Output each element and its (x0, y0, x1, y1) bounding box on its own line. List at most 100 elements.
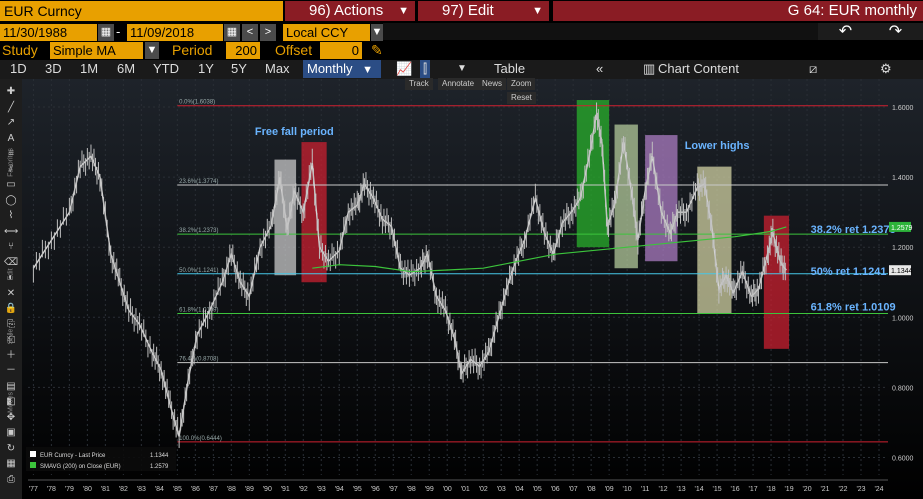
polyline-tool-icon[interactable]: ⌇ (4, 209, 18, 223)
range-1d-button[interactable]: 1D (10, 60, 27, 78)
chart-legend: EUR Curncy - Last Price 1.1344 SMAVG (200)… (26, 447, 176, 471)
price-chart[interactable]: 0.0%(1.6038) 23.6%(1.3774) 38.2%(1.2373) 50… (22, 79, 923, 499)
study-label: Study (2, 42, 38, 59)
chevron-down-icon[interactable]: ▼ (371, 24, 383, 41)
offset-input[interactable]: 0 (320, 42, 362, 59)
end-date-input[interactable]: 11/09/2018 (127, 24, 223, 41)
chevron-down-icon: ▼ (398, 5, 409, 17)
legend-value: 1.1344 (150, 453, 169, 459)
range-1m-button[interactable]: 1M (80, 60, 98, 78)
grid-tool-icon[interactable]: ▦ (4, 457, 18, 471)
collapse-panel-icon[interactable]: « (596, 60, 603, 78)
x-tick-label: '13 (677, 486, 686, 493)
x-tick-label: '18 (766, 486, 775, 493)
y-tick-label: 0.8000 (892, 385, 914, 392)
range-5y-button[interactable]: 5Y (231, 60, 247, 78)
forward-arrow-icon[interactable]: ↷ (868, 23, 923, 40)
range-3d-button[interactable]: 3D (45, 60, 62, 78)
track-label: Track (409, 79, 429, 88)
legend-swatch (30, 451, 36, 457)
edit-menu-button[interactable]: 97) Edit ▼ (418, 1, 549, 21)
x-tick-label: '20 (802, 486, 811, 493)
fib-level-label: 100.0%(0.6444) (179, 436, 222, 442)
x-tick-label: '88 (227, 486, 236, 493)
fib-level-label: 0.0%(1.6038) (179, 100, 215, 106)
zoom-out-tool-icon[interactable]: － (4, 364, 18, 378)
legend-swatch (30, 462, 36, 468)
prev-period-button[interactable]: < (242, 24, 258, 41)
x-tick-label: '14 (695, 486, 704, 493)
ticker-field[interactable]: EUR Curncy (0, 1, 283, 21)
period-input[interactable]: 200 (226, 42, 260, 59)
track-button[interactable]: Track (405, 78, 433, 90)
frequency-select[interactable]: Monthly ▼ (303, 60, 381, 78)
refresh-tool-icon[interactable]: ↻ (4, 442, 18, 456)
zoom-button[interactable]: Zoom (507, 78, 536, 90)
save-tool-icon[interactable]: ▣ (4, 426, 18, 440)
x-tick-label: '90 (263, 486, 272, 493)
date-separator: - (116, 24, 121, 39)
calendar-icon[interactable]: ▦ (224, 24, 240, 41)
gear-icon[interactable]: ⚙ (880, 60, 892, 78)
reset-label: Reset (511, 93, 532, 102)
x-tick-label: '92 (299, 486, 308, 493)
x-tick-label: '00 (443, 486, 452, 493)
range-6m-button[interactable]: 6M (117, 60, 135, 78)
x-tick-label: '04 (515, 486, 524, 493)
x-tick-label: '24 (874, 486, 883, 493)
print-tool-icon[interactable]: ⎙ (4, 473, 18, 487)
news-button[interactable]: News (478, 78, 507, 90)
study-bar: Study Simple MA ▼ Period 200 Offset 0 ✎ (0, 41, 923, 60)
x-tick-label: '97 (389, 486, 398, 493)
chevron-down-icon[interactable]: ▼ (145, 42, 159, 59)
x-tick-label: '08 (587, 486, 596, 493)
fib-level-label: 76.4%(0.8708) (179, 357, 218, 363)
back-arrow-icon[interactable]: ↶ (818, 23, 873, 40)
crosshair-tool-icon[interactable]: ✚ (4, 85, 18, 99)
toolbar-section-label: Edit (7, 268, 15, 281)
edit-content-icon[interactable]: ⧄ (809, 60, 817, 78)
chart-annotation: 61.8% ret 1.0109 (811, 301, 896, 313)
table-button[interactable]: Table (494, 60, 525, 78)
pencil-icon[interactable]: ✎ (371, 42, 383, 59)
actions-menu-button[interactable]: 96) Actions ▼ (285, 1, 415, 21)
x-tick-label: '17 (749, 486, 758, 493)
reset-button[interactable]: Reset (507, 92, 536, 104)
chart-content-button[interactable]: Chart Content (658, 60, 739, 78)
annotate-button[interactable]: Annotate (438, 78, 479, 90)
x-tick-label: '84 (155, 486, 164, 493)
arrow-tool-icon[interactable]: ↗ (4, 116, 18, 130)
y-tick-label: 0.6000 (892, 455, 914, 462)
chart-annotation: Free fall period (255, 126, 334, 138)
frequency-label: Monthly (307, 61, 353, 76)
calendar-icon[interactable]: ▦ (98, 24, 114, 41)
x-tick-label: '02 (479, 486, 488, 493)
x-tick-label: '12 (659, 486, 668, 493)
window-title: G 64: EUR monthly (553, 1, 923, 21)
fib-level-label: 50.0%(1.1241) (179, 268, 218, 274)
currency-select[interactable]: Local CCY (283, 24, 370, 41)
legend-label: EUR Curncy - Last Price (40, 453, 106, 459)
legend-value: 1.2579 (150, 464, 169, 470)
candlestick-icon[interactable]: ⫿ (420, 60, 431, 78)
chevron-down-icon[interactable]: ▼ (457, 60, 467, 78)
x-tick-label: '10 (623, 486, 632, 493)
start-date-input[interactable]: 11/30/1988 (0, 24, 97, 41)
measure-tool-icon[interactable]: ⟷ (4, 225, 18, 239)
line-chart-icon[interactable]: 📈 (396, 60, 412, 78)
last-price-text: 1.1344 (891, 268, 913, 275)
x-tick-label: '91 (281, 486, 290, 493)
zoom-label: Zoom (511, 79, 532, 88)
y-tick-label: 1.6000 (892, 105, 914, 112)
period-label: Period (172, 42, 213, 59)
x-tick-label: '23 (856, 486, 865, 493)
line-tool-icon[interactable]: ╱ (4, 101, 18, 115)
x-tick-label: '15 (713, 486, 722, 493)
next-period-button[interactable]: > (260, 24, 276, 41)
range-max-button[interactable]: Max (265, 60, 290, 78)
x-tick-label: '96 (371, 486, 380, 493)
range-1y-button[interactable]: 1Y (198, 60, 214, 78)
ellipse-tool-icon[interactable]: ◯ (4, 194, 18, 208)
range-ytd-button[interactable]: YTD (153, 60, 179, 78)
study-select[interactable]: Simple MA (50, 42, 143, 59)
